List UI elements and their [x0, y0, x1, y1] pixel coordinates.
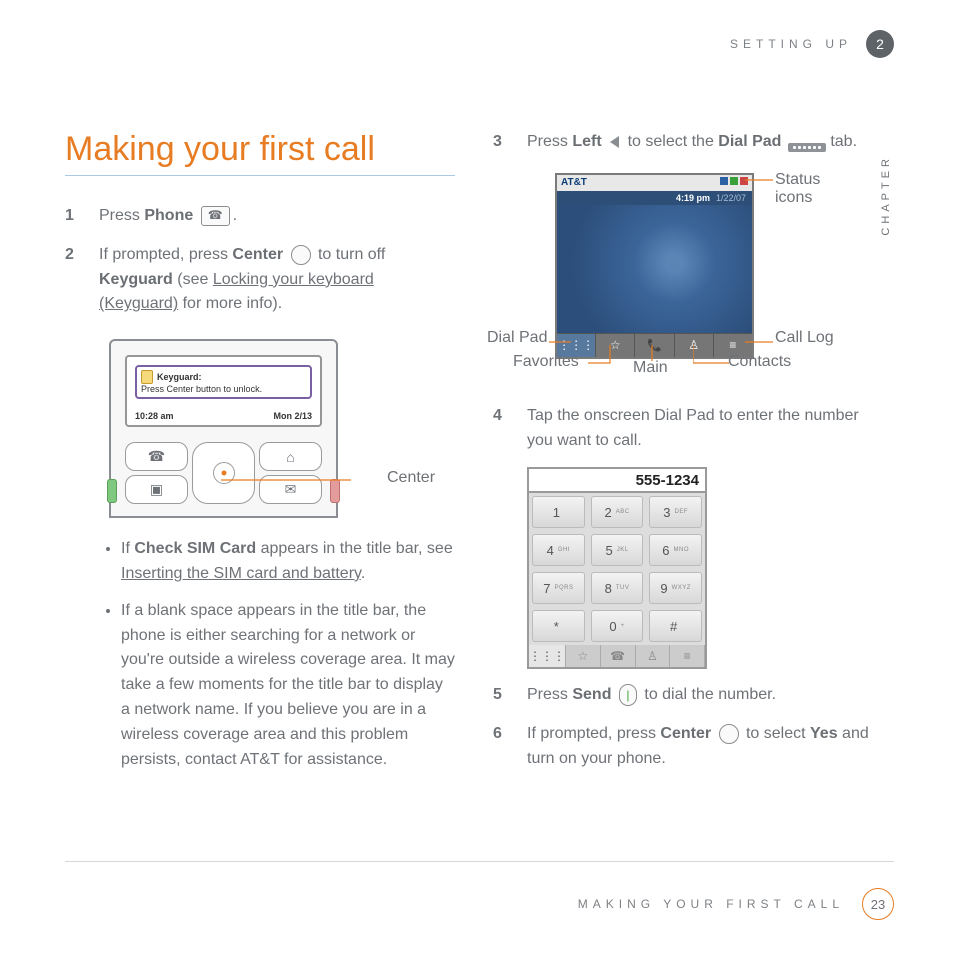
carrier-label: AT&T — [561, 177, 587, 188]
home-soft-key-icon: ⌂ — [259, 442, 322, 471]
wallpaper — [557, 205, 752, 333]
center-highlight-dot — [221, 471, 226, 476]
page-number-badge: 23 — [862, 888, 894, 920]
dialpad-key-8: 8TUV — [591, 572, 644, 604]
status-icons-callout: Status icons — [775, 171, 835, 207]
dialpad-key-3: 3DEF — [649, 496, 702, 528]
contacts-callout: Contacts — [728, 353, 791, 371]
dialpad-display: 555-1234 — [529, 469, 705, 493]
dialpad-key-9: 9WXYZ — [649, 572, 702, 604]
screen-clock: 4:19 pm — [676, 193, 710, 203]
screen-date: 1/22/07 — [716, 193, 746, 203]
page-title: Making your first call — [65, 130, 455, 169]
chapter-number-badge: 2 — [866, 30, 894, 58]
signal-icon — [720, 177, 728, 185]
step-4: Tap the onscreen Dial Pad to enter the n… — [493, 404, 883, 454]
dialpad-key-5: 5JKL — [591, 534, 644, 566]
section-label: SETTING UP — [730, 37, 852, 51]
dp-tab-main-icon: ☎ — [601, 645, 636, 667]
step-6: If prompted, press Center to select Yes … — [493, 722, 883, 772]
dp-tab-favorites-icon: ☆ — [566, 645, 601, 667]
tab-main-icon: 📞 — [635, 333, 674, 357]
steps-right-b: Tap the onscreen Dial Pad to enter the n… — [493, 404, 883, 454]
center-button-icon — [291, 245, 311, 265]
center-callout: Center — [387, 469, 435, 487]
dp-tab-calllog-icon: ≡ — [670, 645, 705, 667]
dialpad-key-7: 7PQRS — [532, 572, 585, 604]
dialpad-key-2: 2ABC — [591, 496, 644, 528]
phone-key-icon: ☎ — [201, 206, 230, 226]
right-column: Press Left to select the Dial Pad tab. A… — [493, 130, 883, 786]
title-underline — [65, 175, 455, 176]
page-header: SETTING UP 2 — [730, 30, 894, 58]
lock-icon — [141, 370, 153, 384]
dialpad-key-6: 6MNO — [649, 534, 702, 566]
step-5: Press Send | to dial the number. — [493, 683, 883, 708]
step-2: If prompted, press Center to turn off Ke… — [65, 243, 455, 317]
step-3: Press Left to select the Dial Pad tab. — [493, 130, 883, 155]
favorites-callout: Favorites — [513, 353, 579, 371]
battery-icon — [730, 177, 738, 185]
keyguard-title: Keyguard: — [157, 372, 202, 382]
red-side-button-icon — [330, 479, 340, 503]
page-footer: MAKING YOUR FIRST CALL 23 — [578, 888, 894, 920]
step-1: Press Phone ☎. — [65, 204, 455, 229]
dp-tab-dialpad-icon: ⋮⋮⋮ — [529, 645, 566, 667]
figure-keyguard-phone: Keyguard: Press Center button to unlock.… — [109, 339, 349, 519]
calendar-soft-key-icon: ▣ — [125, 475, 188, 504]
dialpad-callout: Dial Pad — [487, 329, 547, 347]
green-side-button-icon — [107, 479, 117, 503]
steps-right-a: Press Left to select the Dial Pad tab. — [493, 130, 883, 155]
note-blank-titlebar: If a blank space appears in the title ba… — [121, 599, 455, 773]
left-column: Making your first call Press Phone ☎. If… — [65, 130, 455, 786]
main-callout: Main — [633, 359, 668, 377]
footer-title: MAKING YOUR FIRST CALL — [578, 897, 844, 911]
dialpad-key-#: # — [649, 610, 702, 642]
screen-date: Mon 2/13 — [273, 411, 312, 421]
dialpad-key-0: 0+ — [591, 610, 644, 642]
sim-link[interactable]: Inserting the SIM card and battery — [121, 565, 361, 582]
screen-time: 10:28 am — [135, 411, 174, 421]
dp-tab-contacts-icon: ♙ — [636, 645, 671, 667]
left-notes: If Check SIM Card appears in the title b… — [65, 537, 455, 772]
status-bar-icons — [718, 177, 748, 188]
dialpad-tab-icon — [788, 143, 826, 152]
figure-dialpad: 555-1234 12ABC3DEF 4GHI5JKL6MNO 7PQRS8TUV9… — [527, 467, 707, 669]
footer-rule — [65, 861, 894, 862]
dialpad-key-*: * — [532, 610, 585, 642]
phone-soft-key-icon: ☎ — [125, 442, 188, 471]
steps-left: Press Phone ☎. If prompted, press Center… — [65, 204, 455, 317]
figure-home-screen: AT&T 4:19 pm1/22/07 ⋮⋮⋮ ☆ 📞 ♙ ≡ Status i… — [493, 173, 883, 368]
send-button-icon: | — [619, 684, 637, 706]
dialpad-key-1: 1 — [532, 496, 585, 528]
note-check-sim: If Check SIM Card appears in the title b… — [121, 537, 455, 587]
keyguard-subtitle: Press Center button to unlock. — [141, 384, 306, 394]
calllog-callout: Call Log — [775, 329, 834, 347]
center-button-icon — [719, 724, 739, 744]
dpad-icon — [192, 442, 255, 504]
dialpad-key-4: 4GHI — [532, 534, 585, 566]
steps-right-c: Press Send | to dial the number. If prom… — [493, 683, 883, 771]
left-arrow-icon — [610, 136, 619, 148]
